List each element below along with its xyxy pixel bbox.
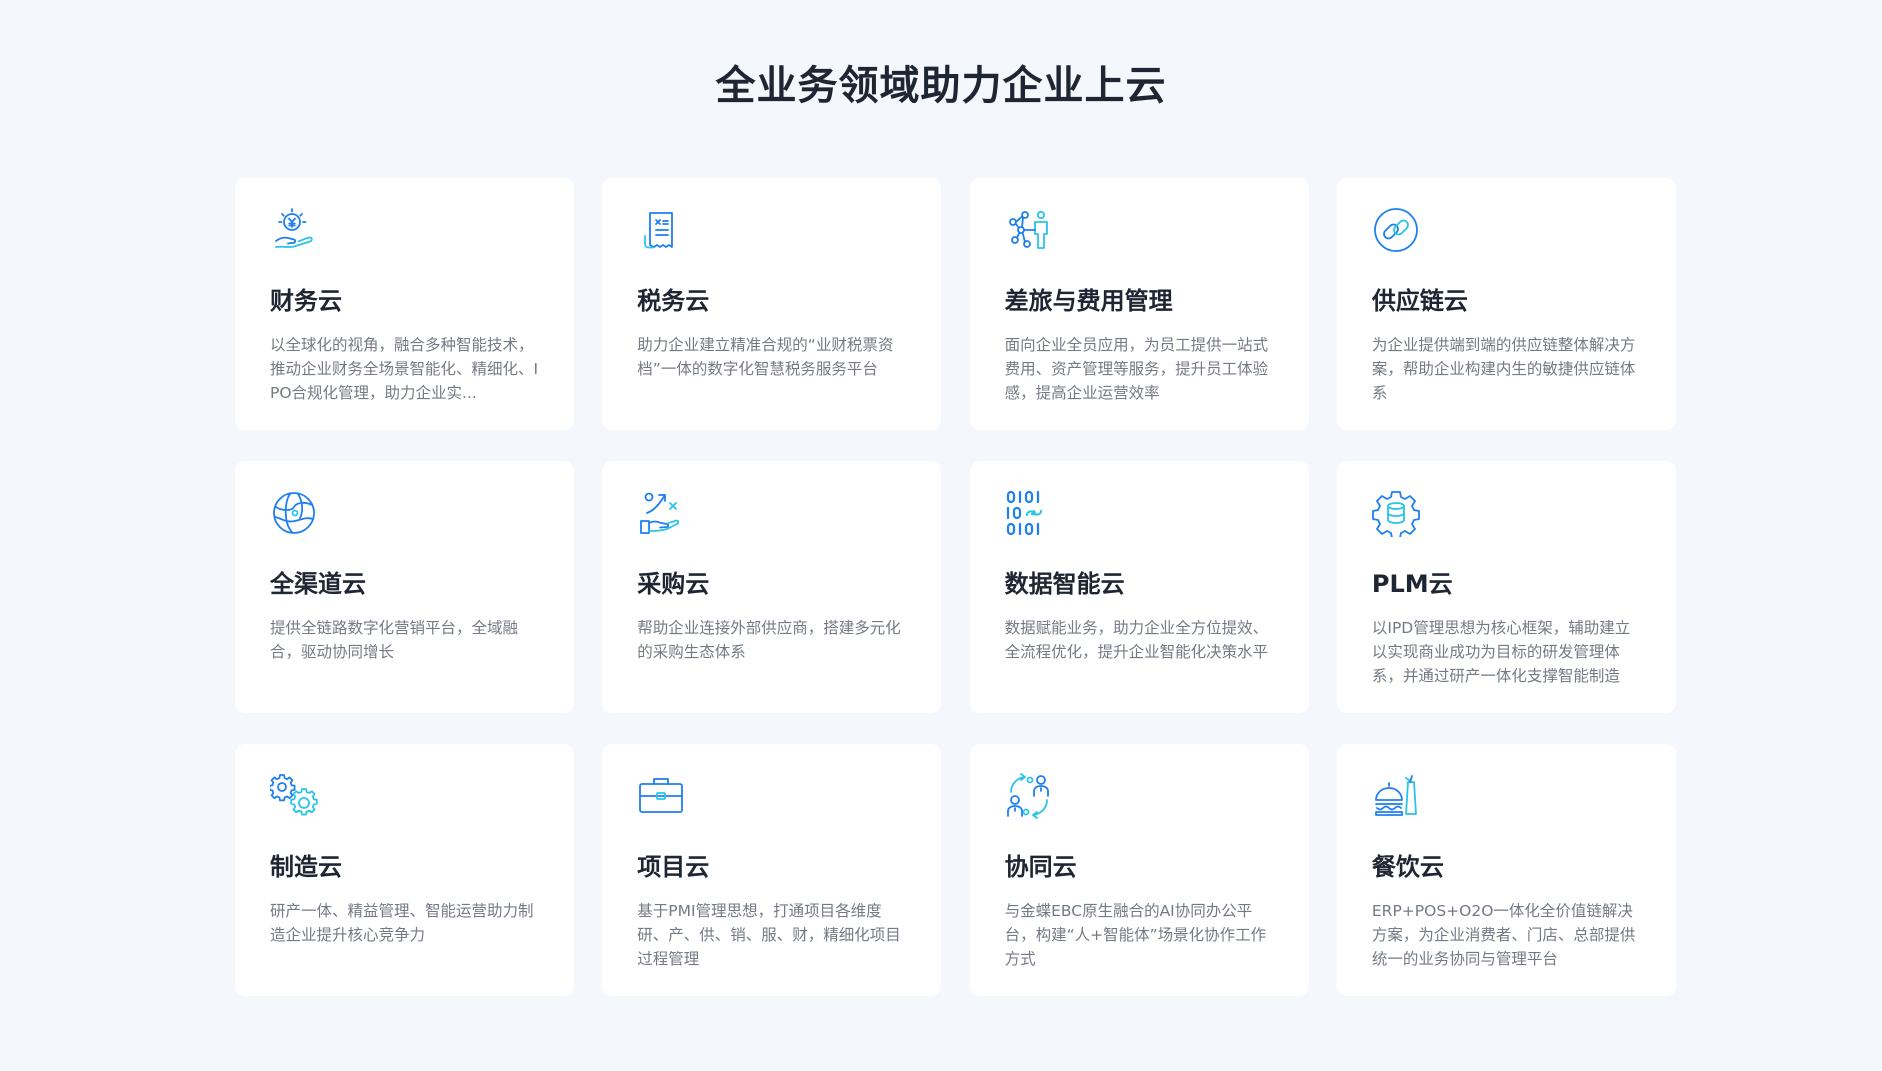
- card-data-intelligence-cloud[interactable]: 数据智能云 数据赋能业务，助力企业全方位提效、全流程优化，提升企业智能化决策水平: [969, 461, 1309, 713]
- finance-coin-hand-icon: [270, 206, 318, 254]
- card-title: 协同云: [1004, 853, 1077, 881]
- card-plm-cloud[interactable]: PLM云 以IPD管理思想为核心框架，辅助建立以实现商业成功为目标的研发管理体系…: [1336, 461, 1676, 713]
- card-description: 基于PMI管理思想，打通项目各维度研、产、供、销、服、财，精细化项目过程管理: [637, 902, 901, 968]
- card-description: 数据赋能业务，助力企业全方位提效、全流程优化，提升企业智能化决策水平: [1004, 619, 1269, 661]
- card-description: 面向企业全员应用，为员工提供一站式费用、资产管理等服务，提升员工体验感，提高企业…: [1004, 336, 1269, 402]
- card-travel-expense[interactable]: 差旅与费用管理 面向企业全员应用，为员工提供一站式费用、资产管理等服务，提升员工…: [969, 178, 1309, 430]
- card-procurement-cloud[interactable]: 采购云 帮助企业连接外部供应商，搭建多元化的采购生态体系: [602, 461, 942, 713]
- binary-data-icon: [1005, 489, 1053, 537]
- card-description: 助力企业建立精准合规的“业财税票资档”一体的数字化智慧税务服务平台: [637, 336, 894, 378]
- card-title: 项目云: [637, 853, 710, 881]
- card-title: 供应链云: [1371, 287, 1468, 315]
- card-description: ERP+POS+O2O一体化全价值链解决方案，为企业消费者、门店、总部提供统一的…: [1371, 902, 1636, 968]
- chain-link-icon: [1372, 206, 1420, 254]
- tax-receipt-icon: [637, 206, 685, 254]
- card-collaboration-cloud[interactable]: 协同云 与金蝶EBC原生融合的AI协同办公平台，构建“人+智能体”场景化协作工作…: [969, 744, 1309, 996]
- card-description: 以IPD管理思想为核心框架，辅助建立以实现商业成功为目标的研发管理体系，并通过研…: [1371, 619, 1631, 685]
- card-title: 数据智能云: [1004, 570, 1125, 598]
- card-project-cloud[interactable]: 项目云 基于PMI管理思想，打通项目各维度研、产、供、销、服、财，精细化项目过程…: [602, 744, 942, 996]
- briefcase-icon: [637, 772, 685, 820]
- procurement-hand-icon: [637, 489, 685, 537]
- card-title: 全渠道云: [270, 570, 366, 598]
- card-description: 与金蝶EBC原生融合的AI协同办公平台，构建“人+智能体”场景化协作工作方式: [1004, 902, 1267, 968]
- card-tax-cloud[interactable]: 税务云 助力企业建立精准合规的“业财税票资档”一体的数字化智慧税务服务平台: [602, 178, 942, 430]
- card-title: 餐饮云: [1371, 853, 1444, 881]
- card-omnichannel-cloud[interactable]: 全渠道云 提供全链路数字化营销平台，全域融合，驱动协同增长: [235, 461, 574, 713]
- card-catering-cloud[interactable]: 餐饮云 ERP+POS+O2O一体化全价值链解决方案，为企业消费者、门店、总部提…: [1336, 744, 1676, 996]
- card-title: 制造云: [270, 853, 342, 881]
- collaboration-people-icon: [1005, 772, 1053, 820]
- card-description: 提供全链路数字化营销平台，全域融合，驱动协同增长: [270, 619, 519, 661]
- card-title: 差旅与费用管理: [1004, 287, 1173, 315]
- card-finance-cloud[interactable]: 财务云 以全球化的视角，融合多种智能技术，推动企业财务全场景智能化、精细化、IP…: [235, 178, 574, 430]
- card-supply-chain-cloud[interactable]: 供应链云 为企业提供端到端的供应链整体解决方案，帮助企业构建内生的敏捷供应链体系: [1336, 178, 1676, 430]
- card-description: 以全球化的视角，融合多种智能技术，推动企业财务全场景智能化、精细化、IPO合规化…: [270, 336, 539, 402]
- card-description: 为企业提供端到端的供应链整体解决方案，帮助企业构建内生的敏捷供应链体系: [1371, 336, 1636, 402]
- gear-database-icon: [1371, 489, 1420, 537]
- card-manufacturing-cloud[interactable]: 制造云 研产一体、精益管理、智能运营助力制造企业提升核心竞争力: [235, 744, 574, 996]
- card-title: 财务云: [270, 287, 342, 315]
- catering-food-icon: [1372, 772, 1420, 820]
- gears-icon: [270, 772, 318, 820]
- page-title: 全业务领域助力企业上云: [715, 63, 1167, 109]
- card-description: 研产一体、精益管理、智能运营助力制造企业提升核心竞争力: [270, 902, 534, 944]
- card-title: PLM云: [1371, 570, 1453, 598]
- globe-icon: [270, 489, 318, 537]
- card-title: 采购云: [637, 570, 710, 598]
- card-description: 帮助企业连接外部供应商，搭建多元化的采购生态体系: [637, 619, 901, 661]
- card-title: 税务云: [637, 287, 710, 315]
- cloud-products-grid: 财务云 以全球化的视角，融合多种智能技术，推动企业财务全场景智能化、精细化、IP…: [235, 178, 1676, 996]
- travel-network-person-icon: [1005, 206, 1053, 254]
